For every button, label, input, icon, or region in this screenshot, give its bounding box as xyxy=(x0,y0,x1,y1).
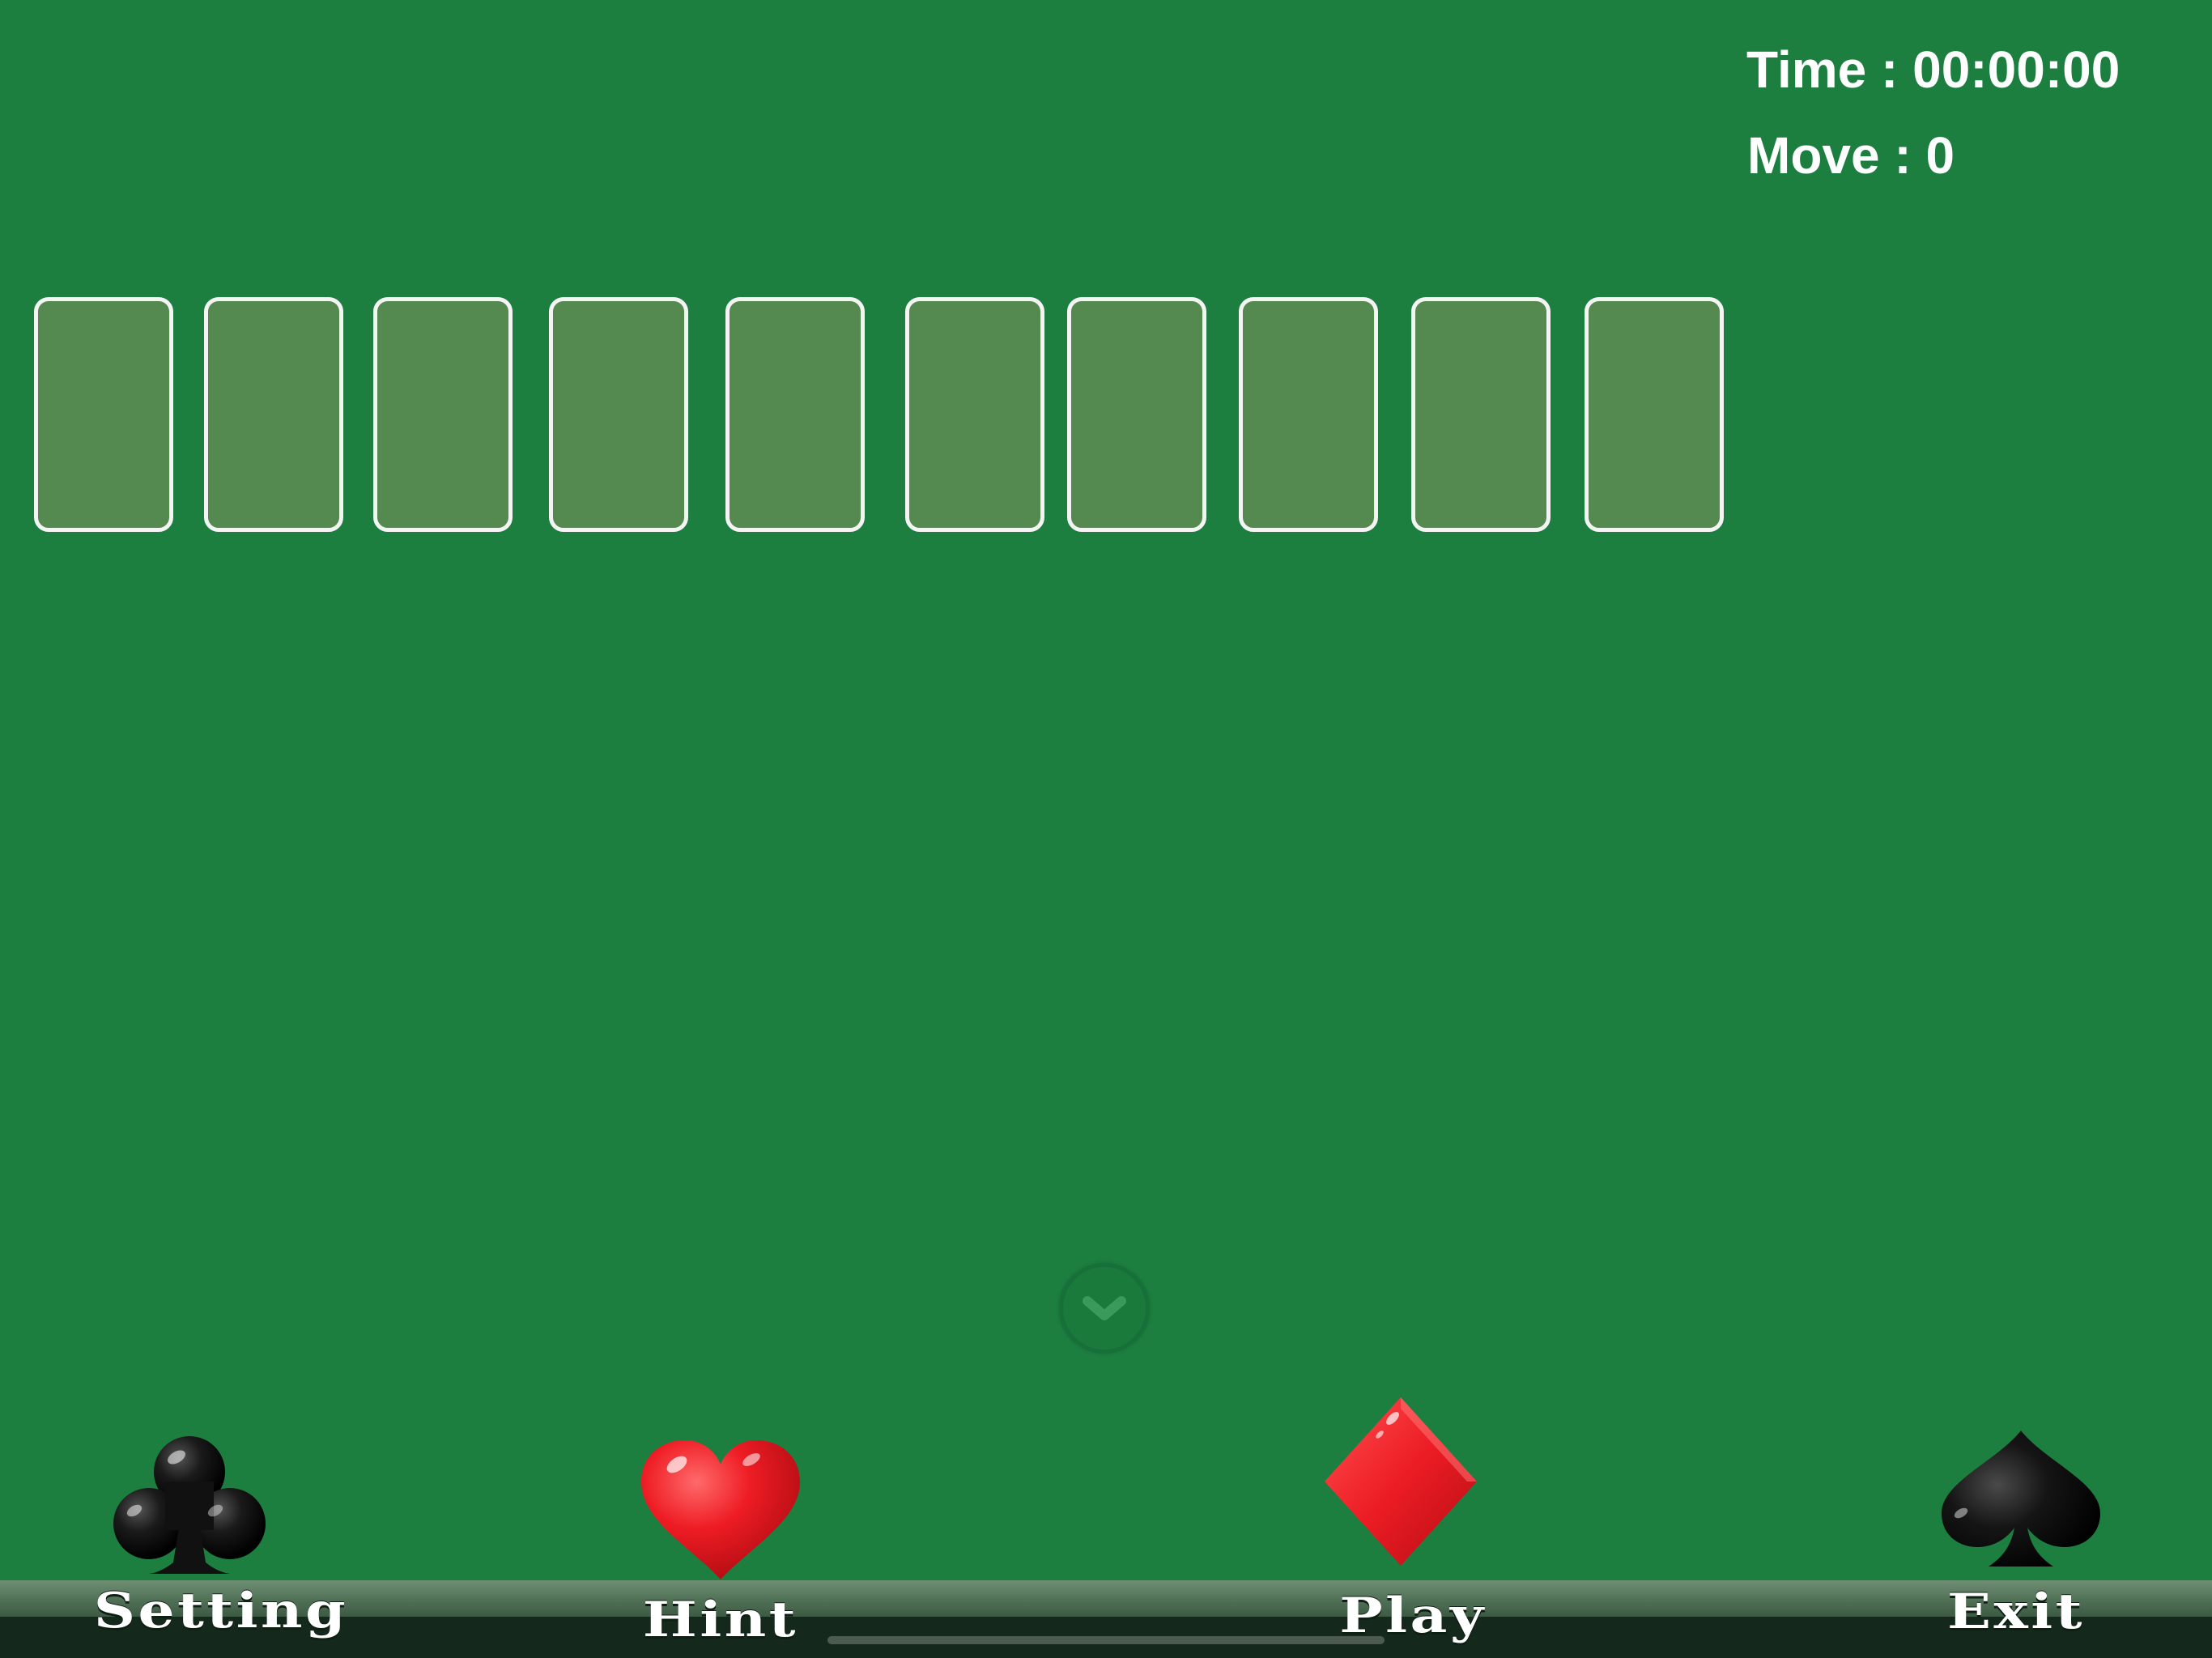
diamond-icon xyxy=(1321,1394,1480,1569)
spade-icon xyxy=(1940,1429,2102,1571)
play-label: Play xyxy=(1339,1588,1487,1644)
play-button[interactable]: Play xyxy=(1295,1394,1530,1645)
setting-button[interactable]: Setting xyxy=(81,1433,381,1643)
tableau-slot-8[interactable] xyxy=(1239,297,1378,532)
game-table: Time : 00:00:00 Move : 0 Setting Hint Pl… xyxy=(0,0,2212,1658)
club-icon xyxy=(108,1433,270,1579)
tableau-slot-7[interactable] xyxy=(1067,297,1206,532)
exit-button[interactable]: Exit xyxy=(1911,1429,2121,1643)
timer-display: Time : 00:00:00 xyxy=(1746,44,2120,96)
time-separator: : xyxy=(1866,40,1913,99)
tableau-slot-4[interactable] xyxy=(549,297,688,532)
setting-label: Setting xyxy=(93,1583,349,1639)
time-value: 00:00:00 xyxy=(1912,40,2121,99)
move-separator: : xyxy=(1879,126,1926,185)
tableau-slot-6[interactable] xyxy=(905,297,1044,532)
move-label: Move xyxy=(1747,126,1880,185)
tableau-slot-9[interactable] xyxy=(1411,297,1551,532)
tableau-slot-10[interactable] xyxy=(1585,297,1724,532)
tableau-slot-3[interactable] xyxy=(373,297,513,532)
tableau-slot-5[interactable] xyxy=(725,297,865,532)
heart-icon xyxy=(638,1437,803,1583)
hint-label: Hint xyxy=(642,1592,799,1648)
move-counter: Move : 0 xyxy=(1747,130,1955,181)
tableau-slot-1[interactable] xyxy=(34,297,173,532)
time-label: Time xyxy=(1746,40,1867,99)
exit-label: Exit xyxy=(1947,1584,2085,1640)
chevron-down-icon xyxy=(1083,1296,1126,1320)
collapse-toolbar-button[interactable] xyxy=(1059,1263,1150,1354)
move-value: 0 xyxy=(1925,126,1955,185)
tableau-slot-2[interactable] xyxy=(204,297,343,532)
hint-button[interactable]: Hint xyxy=(599,1437,842,1647)
